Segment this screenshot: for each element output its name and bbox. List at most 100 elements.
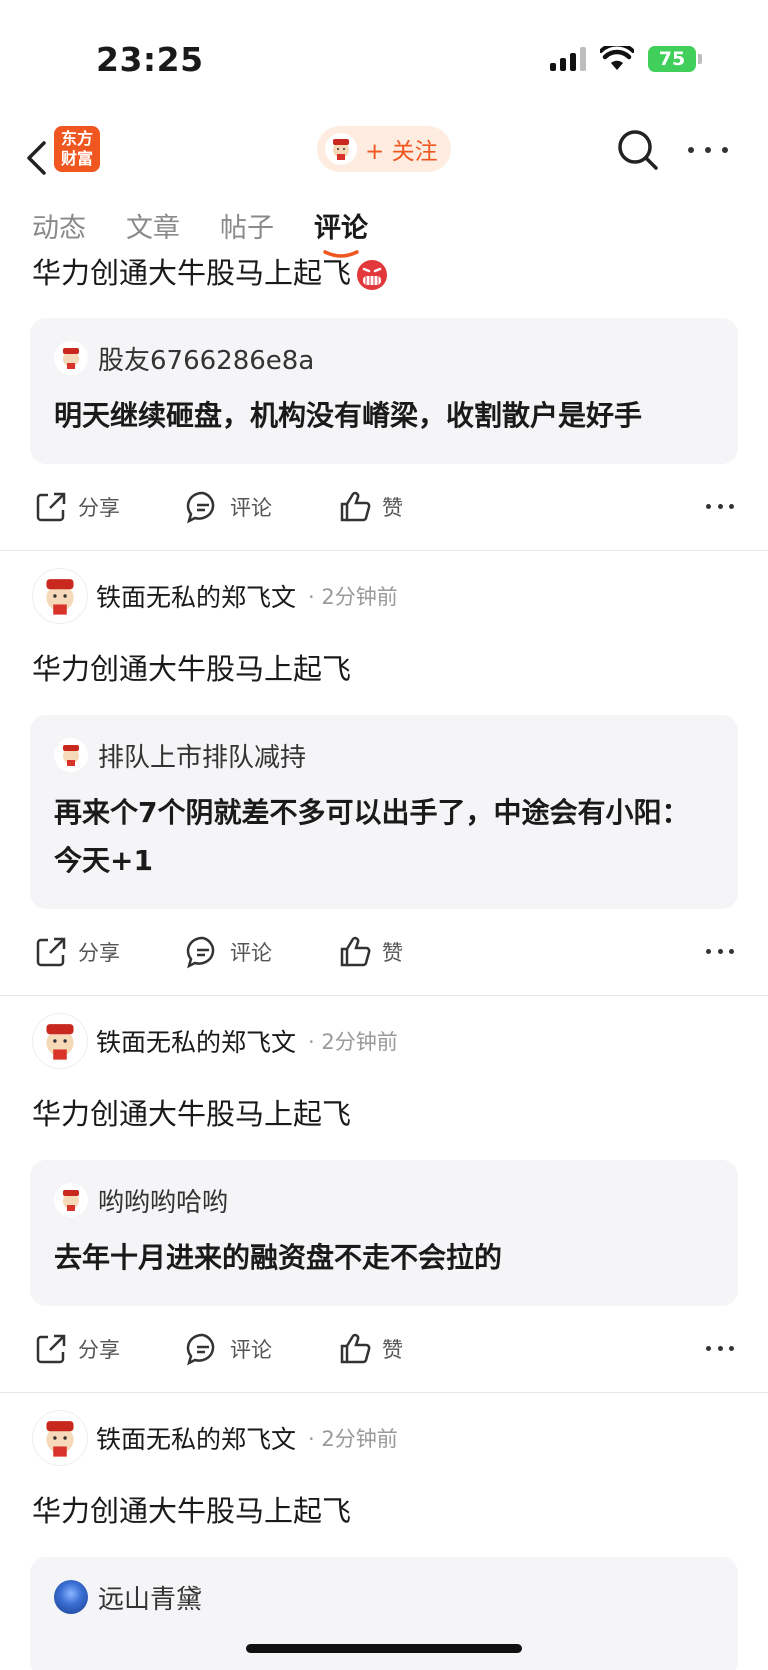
quote-text: 再来个7个阴就差不多可以出手了，中途会有小阳：今天+1: [54, 796, 690, 877]
avatar: [54, 738, 88, 772]
comment-card[interactable]: 铁面无私的郑飞文 · 2分钟前 华力创通大牛股马上起飞 排队上市排队减持 再来个…: [0, 551, 768, 996]
quote-author[interactable]: 股友6766286e8a: [98, 340, 314, 377]
comment-label: 评论: [230, 1338, 272, 1362]
post-title-text: 华力创通大牛股马上起飞: [32, 256, 352, 290]
battery-level: 75: [658, 48, 686, 70]
post-title[interactable]: 华力创通大牛股马上起飞: [0, 1086, 768, 1150]
author-name[interactable]: 铁面无私的郑飞文: [96, 1023, 296, 1059]
more-icon[interactable]: [688, 138, 728, 162]
post-time: · 2分钟前: [308, 585, 398, 609]
like-button[interactable]: 赞: [338, 1332, 490, 1366]
search-button[interactable]: [614, 126, 662, 174]
back-button[interactable]: [18, 132, 54, 184]
comment-icon: [186, 1333, 215, 1366]
quoted-comment[interactable]: 哟哟哟哈哟 去年十月进来的融资盘不走不会拉的: [30, 1160, 738, 1306]
comment-label: 评论: [230, 496, 272, 520]
thumbs-up-icon: [340, 1333, 371, 1364]
caishen-avatar-icon: [63, 1190, 79, 1211]
follow-button[interactable]: + 关注: [317, 126, 451, 172]
angry-face-icon: [357, 260, 388, 290]
like-button[interactable]: 赞: [338, 935, 490, 969]
comment-icon: [186, 491, 215, 524]
quoted-comment[interactable]: 排队上市排队减持 再来个7个阴就差不多可以出手了，中途会有小阳：今天+1: [30, 715, 738, 909]
comment-button[interactable]: 评论: [186, 490, 338, 524]
quote-author[interactable]: 远山青黛: [98, 1579, 202, 1616]
quote-text: 明天继续砸盘，机构没有嵴梁，收割散户是好手: [54, 399, 643, 432]
post-title-text: 华力创通大牛股马上起飞: [32, 652, 352, 686]
comment-button[interactable]: 评论: [186, 1332, 338, 1366]
quote-author[interactable]: 排队上市排队减持: [98, 737, 306, 774]
caishen-avatar-icon: [46, 1421, 74, 1457]
share-button[interactable]: 分享: [34, 490, 186, 524]
comment-feed: 华力创通大牛股马上起飞 股友6766286e8a 明天继续砸盘，机构没有嵴梁，收…: [0, 258, 768, 1670]
avatar: [54, 1183, 88, 1217]
status-icons: 75: [550, 46, 702, 72]
post-time: · 2分钟前: [308, 1427, 398, 1451]
action-bar: 分享 评论 赞: [0, 909, 768, 995]
caishen-avatar-icon: [63, 348, 79, 369]
share-label: 分享: [78, 496, 120, 520]
comment-card[interactable]: 铁面无私的郑飞文 · 2分钟前 华力创通大牛股马上起飞 远山青黛: [0, 1393, 768, 1670]
author-name[interactable]: 铁面无私的郑飞文: [96, 578, 296, 614]
status-time: 23:25: [96, 40, 204, 79]
avatar: [54, 1580, 88, 1614]
avatar: [54, 341, 88, 375]
action-bar: 分享 评论 赞: [0, 1306, 768, 1392]
share-button[interactable]: 分享: [34, 1332, 186, 1366]
caishen-avatar-icon: [63, 745, 79, 766]
search-icon: [618, 130, 658, 170]
tab-bar: 动态 文章 帖子 评论: [32, 206, 368, 262]
share-icon: [36, 492, 66, 522]
comment-card[interactable]: 铁面无私的郑飞文 · 2分钟前 华力创通大牛股马上起飞 哟哟哟哈哟 去年十月进来…: [0, 996, 768, 1393]
quoted-comment[interactable]: 远山青黛: [30, 1557, 738, 1670]
battery-icon: 75: [648, 46, 702, 72]
caishen-avatar-icon: [46, 1024, 74, 1060]
share-button[interactable]: 分享: [34, 935, 186, 969]
like-label: 赞: [382, 496, 403, 520]
tab-comments-label: 评论: [314, 213, 368, 244]
like-button[interactable]: 赞: [338, 490, 490, 524]
comment-card[interactable]: 华力创通大牛股马上起飞 股友6766286e8a 明天继续砸盘，机构没有嵴梁，收…: [0, 258, 768, 551]
avatar: [325, 133, 357, 165]
app-logo: 东方财富: [54, 126, 100, 172]
avatar[interactable]: [32, 568, 88, 624]
post-title-text: 华力创通大牛股马上起飞: [32, 1097, 352, 1131]
more-options-icon[interactable]: [706, 1346, 734, 1351]
caishen-avatar-icon: [46, 579, 74, 615]
back-icon: [27, 141, 46, 175]
post-time: · 2分钟前: [308, 1030, 398, 1054]
nav-bar: 东方财富 + 关注: [0, 120, 768, 200]
share-label: 分享: [78, 1338, 120, 1362]
tab-comments[interactable]: 评论: [314, 206, 368, 258]
quoted-comment[interactable]: 股友6766286e8a 明天继续砸盘，机构没有嵴梁，收割散户是好手: [30, 318, 738, 464]
quote-text: 去年十月进来的融资盘不走不会拉的: [54, 1241, 503, 1274]
tab-posts[interactable]: 帖子: [220, 206, 274, 250]
caishen-avatar-icon: [333, 139, 349, 160]
post-title[interactable]: 华力创通大牛股马上起飞: [0, 641, 768, 705]
like-label: 赞: [382, 941, 403, 965]
status-bar: 23:25 75: [0, 0, 768, 120]
avatar[interactable]: [32, 1410, 88, 1466]
share-label: 分享: [78, 941, 120, 965]
home-indicator[interactable]: [246, 1644, 522, 1653]
quote-author[interactable]: 哟哟哟哈哟: [98, 1182, 228, 1219]
post-title-text: 华力创通大牛股马上起飞: [32, 1494, 352, 1528]
like-label: 赞: [382, 1338, 403, 1362]
more-options-icon[interactable]: [706, 949, 734, 954]
share-icon: [36, 937, 66, 967]
wifi-icon: [600, 46, 634, 70]
action-bar: 分享 评论 赞: [0, 464, 768, 550]
avatar[interactable]: [32, 1013, 88, 1069]
post-title[interactable]: 华力创通大牛股马上起飞: [0, 1483, 768, 1547]
tab-activity[interactable]: 动态: [32, 206, 86, 250]
tab-articles[interactable]: 文章: [126, 206, 180, 250]
share-icon: [36, 1334, 66, 1364]
thumbs-up-icon: [340, 491, 371, 522]
comment-button[interactable]: 评论: [186, 935, 338, 969]
follow-label: + 关注: [365, 139, 438, 165]
more-options-icon[interactable]: [706, 504, 734, 509]
author-name[interactable]: 铁面无私的郑飞文: [96, 1420, 296, 1456]
cellular-signal-icon: [550, 47, 586, 71]
comment-icon: [186, 936, 215, 969]
post-title[interactable]: 华力创通大牛股马上起飞: [0, 258, 768, 308]
